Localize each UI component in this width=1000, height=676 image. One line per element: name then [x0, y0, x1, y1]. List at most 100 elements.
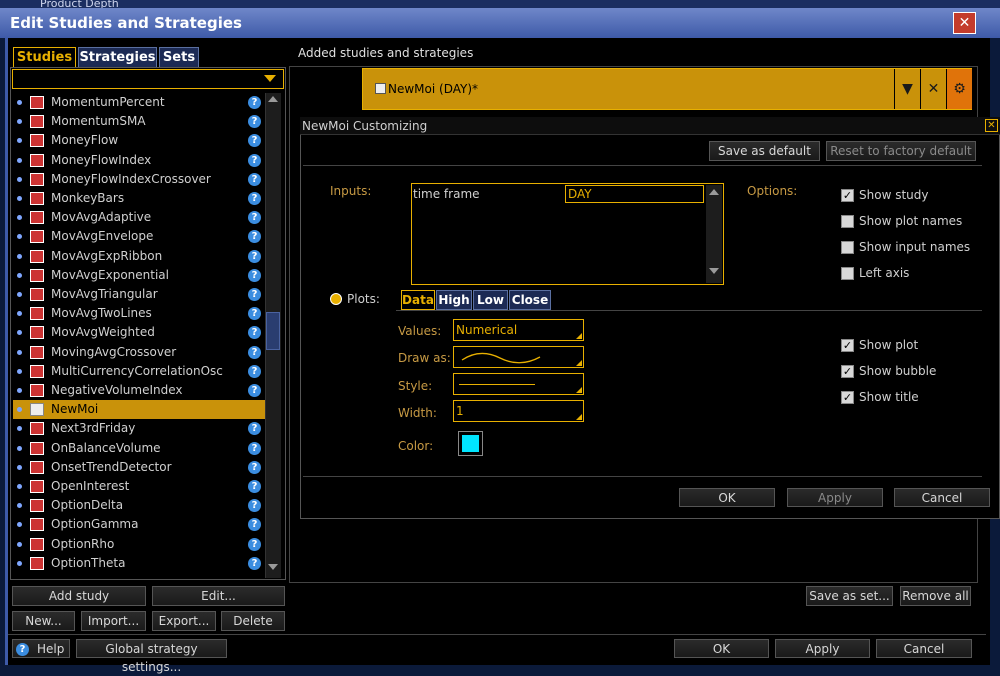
- plot-tab-high[interactable]: High: [436, 290, 472, 310]
- input-value-dropdown[interactable]: DAY: [565, 185, 704, 203]
- checkbox[interactable]: ✓: [841, 339, 854, 352]
- edit-button[interactable]: Edit...: [152, 586, 285, 606]
- dialog-close-icon[interactable]: ✕: [985, 119, 998, 132]
- list-item-selected[interactable]: NewMoi: [13, 400, 265, 420]
- help-icon[interactable]: ?: [248, 96, 261, 109]
- reset-factory-default-button[interactable]: Reset to factory default: [826, 141, 976, 161]
- list-item[interactable]: OnBalanceVolume?: [13, 439, 265, 458]
- global-strategy-settings-button[interactable]: Global strategy settings...: [76, 639, 227, 674]
- plot-tab-close[interactable]: Close: [509, 290, 551, 310]
- list-item[interactable]: MonkeyBars?: [13, 189, 265, 208]
- plot-tab-low[interactable]: Low: [473, 290, 508, 310]
- list-item[interactable]: MultiCurrencyCorrelationOsc?: [13, 362, 265, 381]
- checkbox[interactable]: [841, 215, 854, 228]
- checkbox[interactable]: ✓: [841, 189, 854, 202]
- list-item[interactable]: MovAvgEnvelope?: [13, 227, 265, 246]
- apply-button[interactable]: Apply: [775, 639, 870, 658]
- values-dropdown[interactable]: Numerical: [453, 319, 584, 341]
- help-icon[interactable]: ?: [248, 172, 261, 186]
- delete-button[interactable]: Delete: [221, 611, 285, 631]
- help-icon[interactable]: ?: [248, 537, 261, 551]
- list-item[interactable]: MovAvgExponential?: [13, 266, 265, 285]
- save-as-default-button[interactable]: Save as default: [709, 141, 820, 161]
- draw-as-dropdown[interactable]: [453, 346, 584, 368]
- study-expand-icon[interactable]: ▼: [894, 69, 920, 109]
- plots-radio[interactable]: [330, 293, 342, 305]
- list-item[interactable]: MovAvgAdaptive?: [13, 208, 265, 227]
- list-item[interactable]: MovAvgExpRibbon?: [13, 247, 265, 266]
- list-item[interactable]: MovingAvgCrossover?: [13, 343, 265, 362]
- help-icon[interactable]: ?: [248, 211, 261, 225]
- help-icon[interactable]: ?: [248, 556, 261, 570]
- help-icon[interactable]: ?: [248, 134, 261, 148]
- tab-sets[interactable]: Sets: [159, 47, 199, 67]
- inputs-scroll-down-icon[interactable]: [709, 268, 719, 274]
- plot-tab-data[interactable]: Data: [401, 290, 435, 310]
- list-scrollbar-thumb[interactable]: [266, 312, 280, 350]
- style-dropdown[interactable]: [453, 373, 584, 395]
- help-icon[interactable]: ?: [248, 518, 261, 532]
- help-icon[interactable]: ?: [248, 422, 261, 436]
- tab-strategies[interactable]: Strategies: [78, 47, 157, 67]
- help-icon[interactable]: ?: [248, 230, 261, 244]
- help-icon[interactable]: ?: [248, 307, 261, 321]
- list-item[interactable]: NegativeVolumeIndex?: [13, 381, 265, 400]
- export-button[interactable]: Export...: [152, 611, 216, 631]
- help-icon[interactable]: ?: [248, 499, 261, 513]
- help-icon[interactable]: ?: [248, 460, 261, 474]
- checkbox[interactable]: [841, 241, 854, 254]
- list-item[interactable]: MoneyFlowIndex?: [13, 151, 265, 170]
- scroll-up-arrow-icon[interactable]: [268, 96, 278, 102]
- dialog-apply-button[interactable]: Apply: [787, 488, 883, 507]
- width-dropdown[interactable]: 1: [453, 400, 584, 422]
- list-item[interactable]: MoneyFlowIndexCrossover?: [13, 170, 265, 189]
- help-icon[interactable]: ?: [248, 384, 261, 397]
- tab-studies[interactable]: Studies: [13, 47, 76, 67]
- help-icon[interactable]: ?: [248, 192, 261, 205]
- list-item[interactable]: Next3rdFriday?: [13, 419, 265, 438]
- import-button[interactable]: Import...: [81, 611, 146, 631]
- remove-study-icon[interactable]: ✕: [920, 69, 946, 109]
- list-item[interactable]: OptionDelta?: [13, 496, 265, 515]
- help-icon[interactable]: ?: [248, 288, 261, 301]
- help-icon[interactable]: ?: [248, 153, 261, 167]
- inputs-scroll-up-icon[interactable]: [709, 189, 719, 195]
- help-icon[interactable]: ?: [248, 480, 261, 493]
- checkbox[interactable]: [841, 267, 854, 280]
- remove-all-button[interactable]: Remove all: [900, 586, 971, 606]
- cancel-button[interactable]: Cancel: [876, 639, 972, 658]
- dialog-cancel-button[interactable]: Cancel: [894, 488, 990, 507]
- list-item[interactable]: OptionRho?: [13, 535, 265, 554]
- help-icon[interactable]: ?: [248, 115, 261, 129]
- help-icon[interactable]: ?: [248, 441, 261, 455]
- list-item[interactable]: OptionTheta?: [13, 554, 265, 573]
- color-swatch-button[interactable]: [458, 431, 483, 456]
- list-item[interactable]: OnsetTrendDetector?: [13, 458, 265, 477]
- list-item[interactable]: OpenInterest?: [13, 477, 265, 496]
- list-item[interactable]: OptionGamma?: [13, 515, 265, 534]
- save-as-set-button[interactable]: Save as set...: [806, 586, 893, 606]
- help-icon[interactable]: ?: [248, 364, 261, 378]
- help-icon[interactable]: ?: [248, 268, 261, 282]
- help-icon[interactable]: ?: [248, 345, 261, 359]
- study-settings-gear-icon[interactable]: ⚙: [946, 69, 972, 109]
- list-item[interactable]: MomentumPercent?: [13, 93, 265, 112]
- filter-dropdown-arrow-icon[interactable]: [264, 75, 276, 82]
- search-filter-input[interactable]: [12, 69, 284, 89]
- ok-button[interactable]: OK: [674, 639, 769, 658]
- checkbox[interactable]: ✓: [841, 391, 854, 404]
- list-item[interactable]: MomentumSMA?: [13, 112, 265, 131]
- checkbox[interactable]: ✓: [841, 365, 854, 378]
- close-window-button[interactable]: ✕: [953, 12, 976, 34]
- list-item[interactable]: MovAvgWeighted?: [13, 323, 265, 342]
- add-study-button[interactable]: Add study: [12, 586, 146, 606]
- help-button[interactable]: ? Help: [12, 639, 70, 658]
- help-icon[interactable]: ?: [248, 249, 261, 263]
- dialog-ok-button[interactable]: OK: [679, 488, 775, 507]
- list-item[interactable]: MovAvgTriangular?: [13, 285, 265, 304]
- help-icon[interactable]: ?: [248, 326, 261, 340]
- new-button[interactable]: New...: [12, 611, 75, 631]
- list-item[interactable]: MovAvgTwoLines?: [13, 304, 265, 323]
- scroll-down-arrow-icon[interactable]: [268, 564, 278, 570]
- list-item[interactable]: MoneyFlow?: [13, 131, 265, 150]
